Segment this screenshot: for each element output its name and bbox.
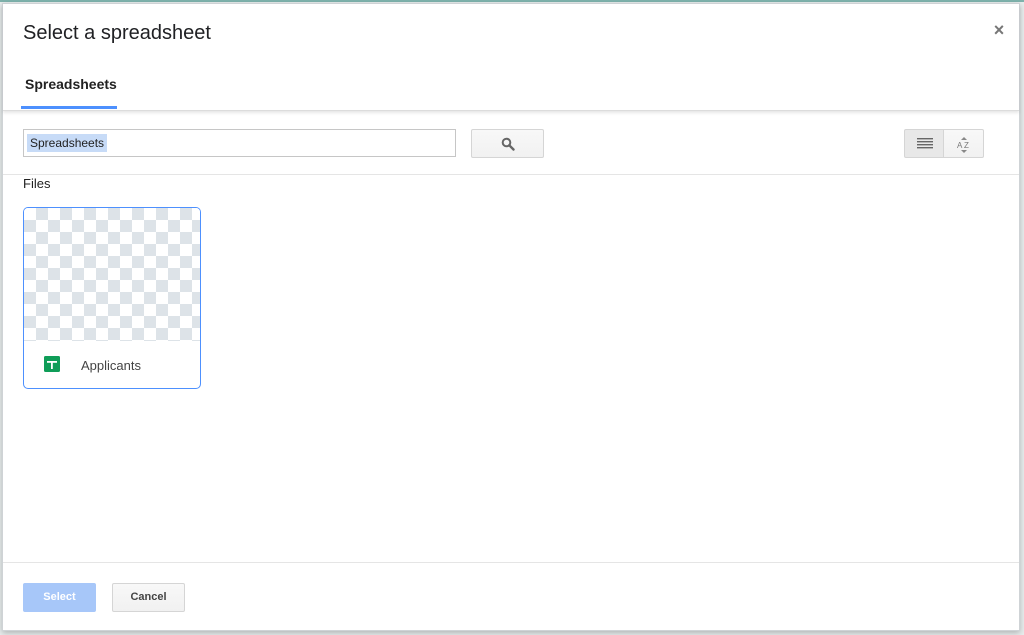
sort-button[interactable]: A Z bbox=[944, 129, 984, 158]
dialog-header: Select a spreadsheet × Spreadsheets bbox=[3, 4, 1019, 111]
select-spreadsheet-dialog: Select a spreadsheet × Spreadsheets Spre… bbox=[2, 3, 1020, 631]
svg-text:A: A bbox=[957, 141, 963, 150]
tab-label: Spreadsheets bbox=[25, 76, 117, 92]
list-view-icon bbox=[917, 138, 933, 149]
tab-spreadsheets[interactable]: Spreadsheets bbox=[21, 67, 117, 109]
sort-az-icon: A Z bbox=[957, 137, 969, 153]
list-view-button[interactable] bbox=[904, 129, 944, 158]
search-icon bbox=[501, 137, 515, 151]
select-button[interactable]: Select bbox=[23, 583, 96, 612]
dialog-footer: Select Cancel bbox=[3, 562, 1019, 633]
file-thumbnail bbox=[24, 208, 200, 341]
search-toolbar: Spreadsheets A Z bbox=[3, 111, 1019, 175]
file-name: Applicants bbox=[81, 358, 141, 373]
file-tile-applicants[interactable]: Applicants bbox=[23, 207, 201, 389]
background-edge bbox=[0, 0, 1024, 2]
search-input-value: Spreadsheets bbox=[27, 134, 108, 152]
svg-text:Z: Z bbox=[964, 141, 969, 150]
close-icon[interactable]: × bbox=[991, 21, 1007, 39]
dialog-title: Select a spreadsheet bbox=[23, 22, 211, 44]
google-sheets-icon bbox=[44, 356, 60, 372]
cancel-button[interactable]: Cancel bbox=[112, 583, 185, 612]
search-input[interactable]: Spreadsheets bbox=[23, 129, 456, 157]
search-button[interactable] bbox=[471, 129, 544, 158]
files-section-label: Files bbox=[23, 176, 51, 191]
